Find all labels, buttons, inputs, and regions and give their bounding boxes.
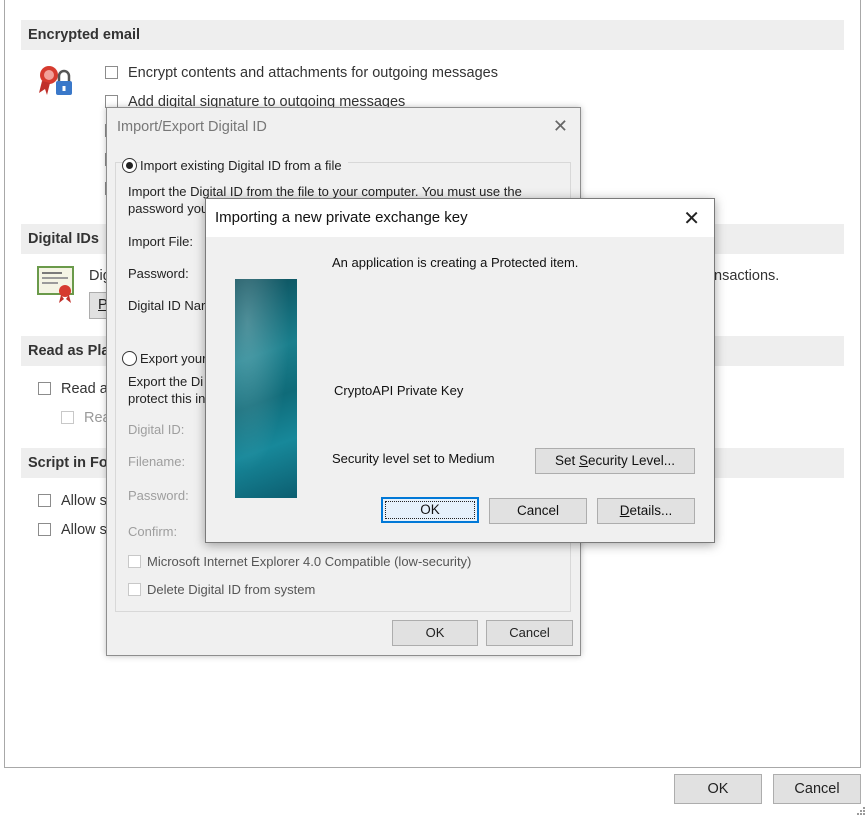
encrypt-contents-label[interactable]: Encrypt contents and attachments for out… bbox=[128, 65, 498, 81]
protected-item-name: CryptoAPI Private Key bbox=[334, 383, 464, 398]
export-option-radio[interactable] bbox=[122, 351, 137, 366]
set-security-level-label-after: ecurity Level... bbox=[587, 453, 676, 468]
digital-ids-description-end: nsactions. bbox=[714, 268, 780, 284]
export-option-label[interactable]: Export your bbox=[140, 351, 206, 366]
private-key-ok-button[interactable]: OK bbox=[381, 497, 479, 523]
set-security-level-label-before: Set bbox=[554, 453, 579, 468]
focus-rectangle bbox=[385, 501, 475, 519]
import-description-line2: password you bbox=[128, 201, 209, 216]
export-filename-label: Filename: bbox=[128, 454, 186, 469]
export-digital-id-label: Digital ID: bbox=[128, 422, 185, 437]
ie4-compatible-checkbox[interactable] bbox=[128, 555, 141, 568]
trust-center-ok-button[interactable]: OK bbox=[674, 774, 762, 804]
allow-script-shared-folders-checkbox[interactable] bbox=[38, 494, 51, 507]
export-description-line1: Export the Di bbox=[128, 374, 204, 389]
digital-id-name-label: Digital ID Nar bbox=[128, 298, 206, 313]
set-security-level-button[interactable]: Set Security Level... bbox=[535, 448, 695, 474]
read-signed-as-plain-checkbox[interactable] bbox=[61, 411, 74, 424]
read-as-plain-checkbox[interactable] bbox=[38, 382, 51, 395]
section-header-encrypted-email: Encrypted email bbox=[21, 20, 844, 50]
close-icon[interactable]: ✕ bbox=[683, 206, 700, 231]
security-level-text: Security level set to Medium bbox=[332, 451, 495, 466]
dialog-title: Importing a new private exchange key bbox=[215, 209, 468, 226]
details-label-after: etails... bbox=[629, 503, 673, 518]
import-password-label: Password: bbox=[128, 266, 189, 281]
certificate-lock-icon bbox=[36, 61, 78, 99]
delete-digital-id-checkbox[interactable] bbox=[128, 583, 141, 596]
import-option-label[interactable]: Import existing Digital ID from a file bbox=[140, 158, 348, 173]
allow-script-shared-folders-label[interactable]: Allow s bbox=[61, 493, 107, 509]
protected-item-message: An application is creating a Protected i… bbox=[332, 255, 579, 270]
import-description-line1: Import the Digital ID from the file to y… bbox=[128, 184, 522, 199]
private-exchange-key-dialog: Importing a new private exchange key ✕ A… bbox=[205, 198, 715, 543]
import-export-ok-button[interactable]: OK bbox=[392, 620, 478, 646]
allow-script-public-folders-checkbox[interactable] bbox=[38, 523, 51, 536]
trust-center-cancel-button[interactable]: Cancel bbox=[773, 774, 861, 804]
security-banner-image bbox=[235, 279, 297, 498]
private-key-cancel-button[interactable]: Cancel bbox=[489, 498, 587, 524]
delete-digital-id-label[interactable]: Delete Digital ID from system bbox=[147, 582, 315, 597]
export-description-line2: protect this in bbox=[128, 391, 206, 406]
allow-script-public-folders-label[interactable]: Allow s bbox=[61, 522, 107, 538]
certificate-icon bbox=[37, 266, 77, 304]
close-icon[interactable]: ✕ bbox=[553, 116, 568, 137]
dialog-title: Import/Export Digital ID bbox=[117, 119, 267, 135]
import-file-label: Import File: bbox=[128, 234, 194, 249]
set-security-level-mnemonic: S bbox=[578, 453, 588, 468]
details-button[interactable]: Details... bbox=[597, 498, 695, 524]
import-option-radio[interactable] bbox=[122, 158, 137, 173]
ie4-compatible-label[interactable]: Microsoft Internet Explorer 4.0 Compatib… bbox=[147, 554, 471, 569]
encrypt-contents-checkbox[interactable] bbox=[105, 66, 118, 79]
read-as-plain-label[interactable]: Read a bbox=[61, 381, 108, 397]
export-confirm-label: Confirm: bbox=[128, 524, 178, 539]
import-export-cancel-button[interactable]: Cancel bbox=[486, 620, 573, 646]
resize-grip-icon[interactable] bbox=[856, 803, 866, 815]
export-password-label: Password: bbox=[128, 488, 189, 503]
